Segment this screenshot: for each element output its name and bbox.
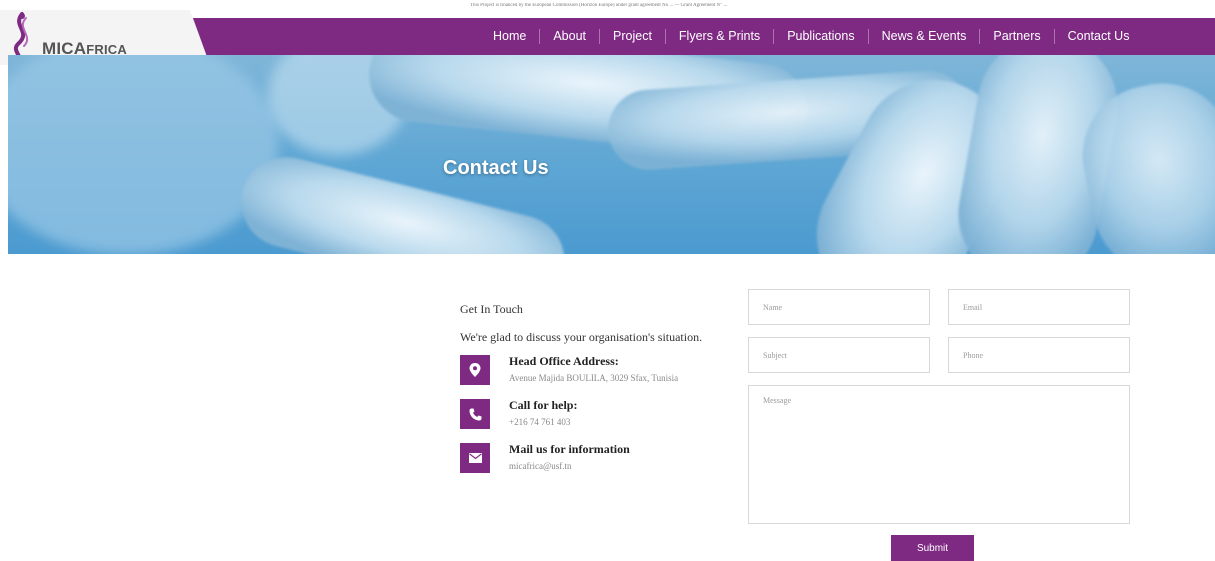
funding-notice: This Project is financed by the European… [470,3,728,8]
email-address[interactable]: micafrica@usf.tn [509,461,572,471]
submit-button[interactable]: Submit [891,535,974,561]
subject-input[interactable] [748,337,930,373]
phone-title: Call for help: [509,398,578,412]
message-textarea[interactable] [748,385,1130,524]
nav-about[interactable]: About [539,29,599,44]
main-menu: Home About Project Flyers & Prints Publi… [480,18,1142,55]
address-text: Avenue Majida BOULILA, 3029 Sfax, Tunisi… [509,373,679,383]
nav-news-events[interactable]: News & Events [867,29,980,44]
contact-subheading: We're glad to discuss your organisation'… [460,330,703,344]
envelope-icon [460,443,490,473]
nav-publications[interactable]: Publications [773,29,867,44]
phone-input[interactable] [948,337,1130,373]
email-input[interactable] [948,289,1130,325]
bacteria-background-image [8,55,1215,254]
contact-heading: Get In Touch [460,302,523,316]
hero-banner: Contact Us [8,55,1215,254]
nav-contact-us[interactable]: Contact Us [1053,29,1143,44]
nav-project[interactable]: Project [599,29,665,44]
address-title: Head Office Address: [509,354,619,368]
nav-home[interactable]: Home [480,29,539,44]
phone-icon [460,399,490,429]
nav-partners[interactable]: Partners [979,29,1053,44]
location-pin-icon [460,355,490,385]
phone-number[interactable]: +216 74 761 403 [509,417,570,427]
page-title: Contact Us [443,157,549,179]
nav-flyers-prints[interactable]: Flyers & Prints [664,29,773,44]
name-input[interactable] [748,289,930,325]
email-title: Mail us for information [509,442,630,456]
